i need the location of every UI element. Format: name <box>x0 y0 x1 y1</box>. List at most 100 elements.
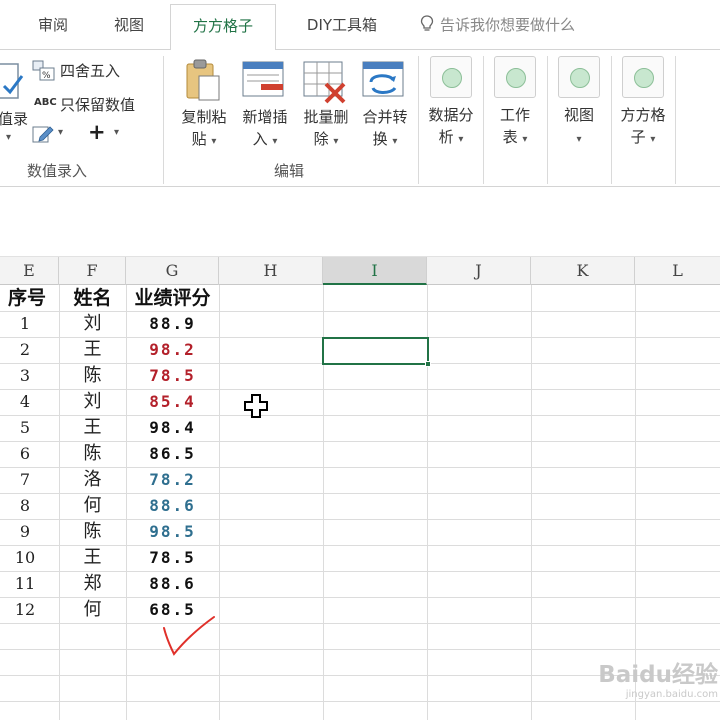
header-cell-score[interactable]: 业绩评分 <box>126 285 219 311</box>
grid-line <box>0 649 720 650</box>
header-cell-seq[interactable]: 序号 <box>0 285 54 311</box>
grid-line <box>0 519 720 520</box>
edit-pencil-icon <box>32 126 54 143</box>
grid-line <box>0 311 720 312</box>
data-analysis-label-1: 数据分 <box>428 106 474 124</box>
chevron-down-icon: ▾ <box>392 136 398 147</box>
view-icon <box>558 56 600 98</box>
watermark: Baidu经验 jingyan.baidu.com <box>553 655 718 700</box>
column-header-e[interactable]: E <box>0 257 59 285</box>
data-analysis-button[interactable]: 数据分 析 ▾ <box>420 56 482 156</box>
copy-paste-label-2: 贴 ▾ <box>191 130 217 148</box>
cell-cursor-icon <box>244 394 268 422</box>
chevron-down-icon: ▾ <box>211 136 217 147</box>
merge-convert-label-1: 合并转 <box>362 108 408 126</box>
group-label-edit: 编辑 <box>274 162 305 180</box>
column-headers: E F G H I J K L <box>0 257 720 285</box>
tab-diy-toolbox[interactable]: DIY工具箱 <box>292 8 392 42</box>
fill-handle[interactable] <box>425 361 431 367</box>
column-header-j[interactable]: J <box>427 257 531 285</box>
merge-convert-icon <box>362 61 404 97</box>
grid-line <box>0 441 720 442</box>
grid-line <box>126 285 127 720</box>
plus-icon: + <box>88 120 106 144</box>
value-entry-button[interactable] <box>0 60 26 108</box>
grid-line <box>59 285 60 720</box>
insert-rows-icon <box>242 61 284 97</box>
insert-label-1: 新增插 <box>242 108 288 126</box>
column-header-i[interactable]: I <box>323 257 427 285</box>
value-entry-label: 值录 <box>0 110 29 128</box>
grid-line <box>0 415 720 416</box>
checkmark-annotation <box>160 614 220 664</box>
ribbon-tab-bar: 审阅 视图 方方格子 DIY工具箱 告诉我你想要做什么 <box>0 0 720 51</box>
fangfanggezi-icon <box>622 56 664 98</box>
chevron-down-icon: ▾ <box>458 134 464 145</box>
insert-button[interactable]: 新增插 入 ▾ <box>237 58 293 158</box>
chevron-down-icon: ▾ <box>522 134 528 145</box>
watermark-url: jingyan.baidu.com <box>625 689 718 700</box>
abc-icon: ABC <box>34 97 57 108</box>
view-label-2: ▾ <box>546 126 612 151</box>
grid-line <box>0 597 720 598</box>
column-header-g[interactable]: G <box>126 257 219 285</box>
copy-paste-label-1: 复制粘 <box>181 108 227 126</box>
grid-line <box>0 701 720 702</box>
data-analysis-icon <box>430 56 472 98</box>
group-separator <box>675 56 676 184</box>
tell-me-search[interactable]: 告诉我你想要做什么 <box>420 12 575 38</box>
chevron-down-icon: ▾ <box>272 136 278 147</box>
grid-line <box>0 571 720 572</box>
worksheet-label-1: 工作 <box>499 106 530 124</box>
group-separator <box>163 56 164 184</box>
ribbon-panel: 值录 ▾ % 四舍五入 ABC 只保留数值 ▾ + ▾ 数值录入 复制粘 贴 ▾… <box>0 50 720 187</box>
formula-area <box>0 187 720 257</box>
grid-line <box>0 467 720 468</box>
edit-dropdown-button[interactable]: ▾ <box>32 124 72 148</box>
grid-line <box>531 285 532 720</box>
add-dropdown-button[interactable]: + ▾ <box>86 120 126 146</box>
tab-view[interactable]: 视图 <box>98 8 160 42</box>
view-button[interactable]: 视图 ▾ <box>548 56 610 156</box>
column-header-l[interactable]: L <box>635 257 720 285</box>
batch-delete-button[interactable]: 批量删 除 ▾ <box>298 58 354 158</box>
data-analysis-label-2: 析 ▾ <box>438 128 464 146</box>
merge-convert-button[interactable]: 合并转 换 ▾ <box>357 58 413 158</box>
tab-review[interactable]: 审阅 <box>22 8 84 42</box>
keep-values-label: 只保留数值 <box>60 96 136 114</box>
fangfanggezi-label-2: 子 ▾ <box>630 128 656 146</box>
chevron-down-icon: ▾ <box>650 134 656 145</box>
grid-line <box>0 389 720 390</box>
chevron-down-icon: ▾ <box>6 132 12 143</box>
grid-line <box>0 545 720 546</box>
tell-me-text: 告诉我你想要做什么 <box>440 16 576 34</box>
active-cell-selection[interactable] <box>322 337 431 367</box>
header-cell-name[interactable]: 姓名 <box>59 285 126 311</box>
worksheet-icon <box>494 56 536 98</box>
value-entry-icon <box>0 63 24 99</box>
merge-convert-label-2: 换 ▾ <box>372 130 398 148</box>
fangfanggezi-button[interactable]: 方方格 子 ▾ <box>612 56 674 156</box>
chevron-down-icon: ▾ <box>114 127 120 138</box>
svg-text:%: % <box>42 71 51 81</box>
grid-line <box>0 493 720 494</box>
delete-grid-icon <box>303 61 346 104</box>
column-header-h[interactable]: H <box>219 257 323 285</box>
worksheet-label-2: 表 ▾ <box>502 128 528 146</box>
chevron-down-icon: ▾ <box>576 134 582 145</box>
copy-paste-button[interactable]: 复制粘 贴 ▾ <box>176 58 232 158</box>
batch-delete-label-1: 批量删 <box>303 108 349 126</box>
batch-delete-label-2: 除 ▾ <box>313 130 339 148</box>
chevron-down-icon: ▾ <box>58 127 64 138</box>
chevron-down-icon: ▾ <box>333 136 339 147</box>
column-header-k[interactable]: K <box>531 257 635 285</box>
group-label-value-entry: 数值录入 <box>27 162 88 180</box>
grid-line <box>0 623 720 624</box>
fangfanggezi-label-1: 方方格 <box>620 106 666 124</box>
tab-fangfanggezi[interactable]: 方方格子 <box>170 4 276 51</box>
column-header-f[interactable]: F <box>59 257 126 285</box>
clipboard-icon <box>186 59 220 101</box>
watermark-brand: Baidu经验 <box>598 662 718 688</box>
round-label: 四舍五入 <box>60 62 121 80</box>
worksheet-button[interactable]: 工作 表 ▾ <box>484 56 546 156</box>
